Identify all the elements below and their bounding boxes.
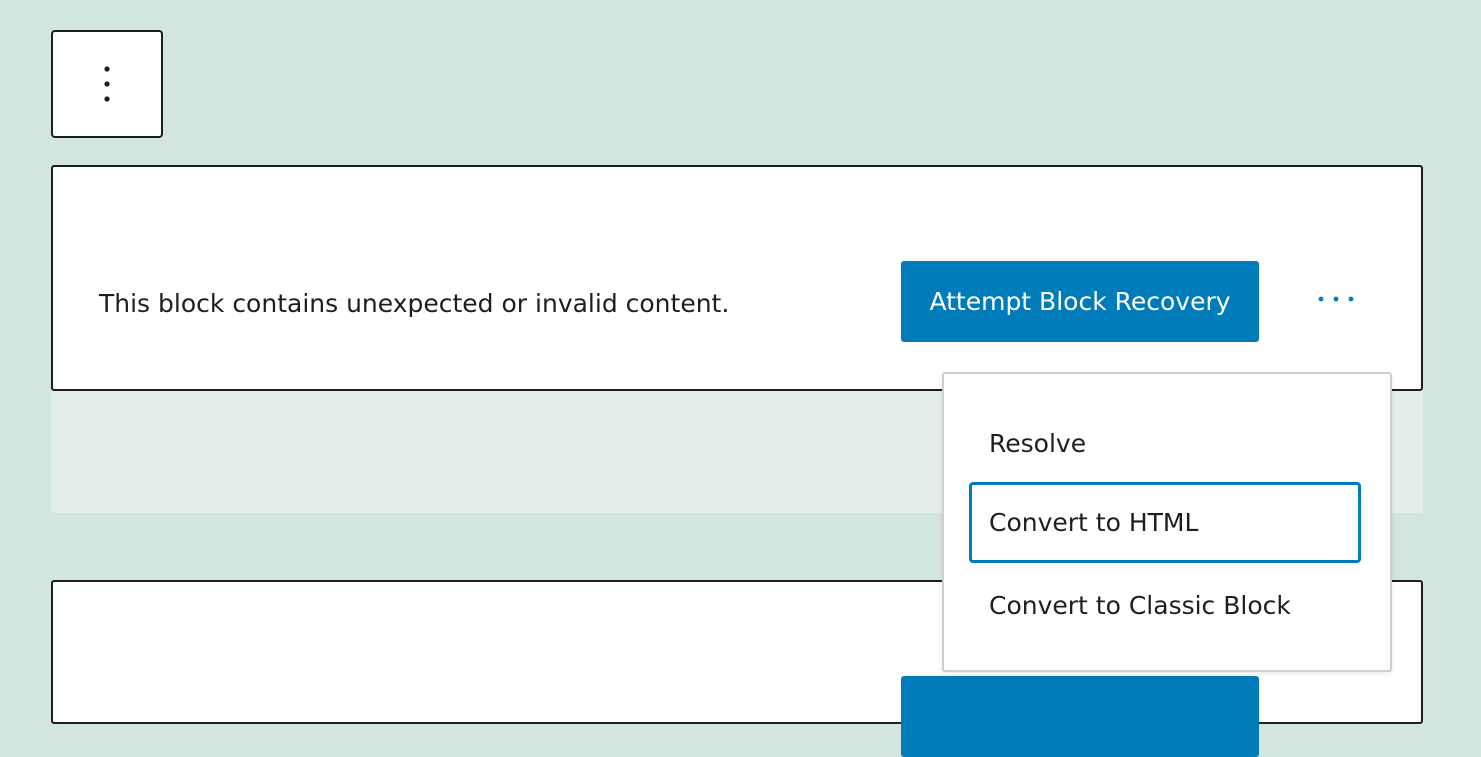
horizontal-ellipsis-icon — [1318, 296, 1354, 302]
block-options-button[interactable] — [51, 30, 163, 138]
menu-item-convert-to-classic-block[interactable]: Convert to Classic Block — [969, 565, 1361, 646]
vertical-ellipsis-icon — [104, 66, 110, 102]
menu-item-convert-to-html[interactable]: Convert to HTML — [969, 482, 1361, 563]
more-options-button[interactable] — [1311, 279, 1361, 319]
warning-message: This block contains unexpected or invali… — [99, 289, 730, 318]
block-warning-dropdown-menu: Resolve Convert to HTML Convert to Class… — [942, 372, 1392, 672]
attempt-block-recovery-button-second[interactable] — [901, 676, 1259, 757]
attempt-block-recovery-button[interactable]: Attempt Block Recovery — [901, 261, 1259, 342]
block-warning: This block contains unexpected or invali… — [51, 165, 1423, 391]
menu-item-resolve[interactable]: Resolve — [969, 403, 1361, 484]
